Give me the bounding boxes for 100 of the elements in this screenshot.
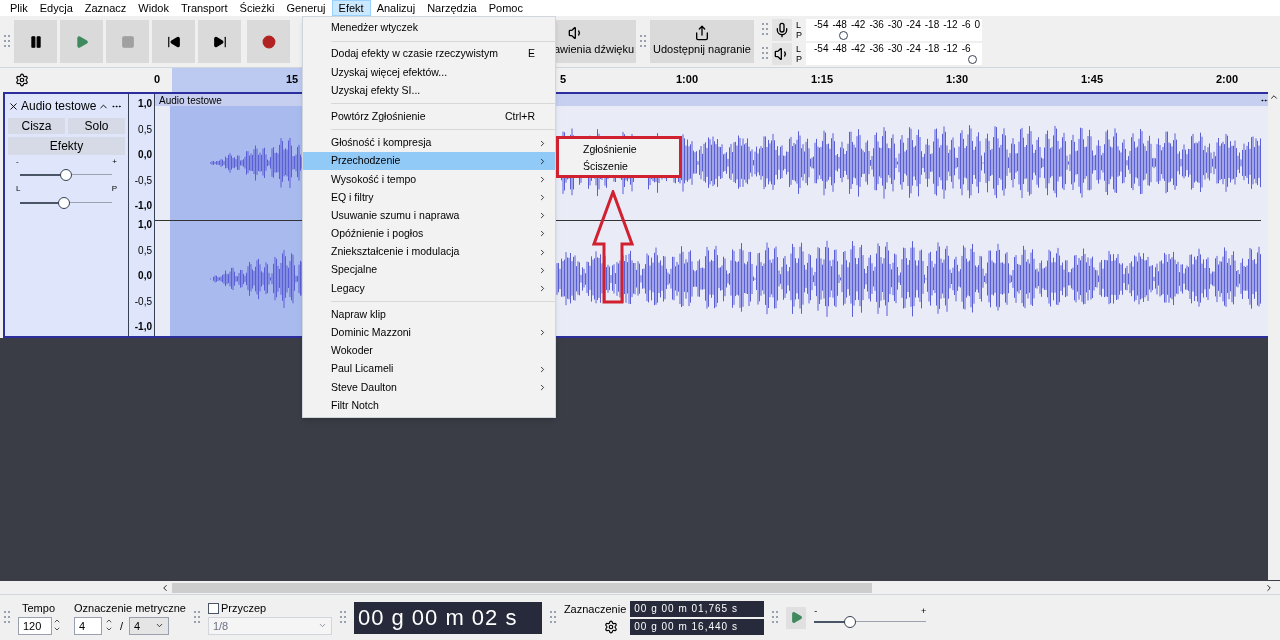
menu-item[interactable]: Paul Licameli <box>303 360 555 379</box>
effects-button[interactable]: Efekty <box>8 137 125 155</box>
meter-tick-label: -30 <box>887 42 903 55</box>
snap-checkbox[interactable] <box>207 603 219 614</box>
menu-bar-item[interactable]: Efekt <box>331 0 371 16</box>
menu-bar-item[interactable]: Zaznacz <box>78 1 133 15</box>
meter-tick-label: -24 <box>906 18 921 31</box>
scroll-up-icon[interactable] <box>1269 92 1279 102</box>
menu-item[interactable]: Przechodzenie <box>303 152 555 171</box>
menu-item[interactable]: Legacy <box>303 279 555 298</box>
menu-item[interactable]: Steve Daulton <box>303 378 555 397</box>
menu-item[interactable]: Uzyskaj efekty SI... <box>303 81 555 100</box>
skip-to-end-button[interactable] <box>198 20 241 63</box>
skip-to-start-button[interactable] <box>152 20 195 63</box>
menu-bar-item[interactable]: Generuj <box>280 1 332 15</box>
meter-tick-label: -12 <box>943 42 958 55</box>
menu-bar-item[interactable]: Analizuj <box>370 1 422 15</box>
menu-item[interactable]: Uzyskaj więcej efektów... <box>303 63 555 82</box>
clip-title[interactable]: Audio testowe <box>159 92 222 108</box>
menu-item[interactable]: Dodaj efekty w czasie rzeczywistym E <box>303 45 555 64</box>
time-signature-upper-field[interactable]: 4 <box>74 616 102 635</box>
meter-tick-label: -36 <box>869 18 884 31</box>
upload-icon <box>694 25 710 42</box>
menu-item[interactable]: Napraw klip <box>303 305 555 324</box>
ruler-time-label: 15 <box>286 72 299 87</box>
ruler-time-label: 0 <box>154 72 161 87</box>
record-button[interactable] <box>247 20 290 63</box>
menu-bar-item[interactable]: Transport <box>174 1 234 15</box>
scroll-left-icon[interactable] <box>160 582 170 593</box>
menu-bar-item[interactable]: Ścieżki <box>233 1 281 15</box>
speed-slider-thumb[interactable] <box>844 616 857 628</box>
grip-icon[interactable] <box>640 34 646 49</box>
settings-icon[interactable] <box>15 73 29 87</box>
menu-bar-item[interactable]: Edycja <box>33 1 79 15</box>
meter-knob[interactable] <box>839 30 849 40</box>
pan-slider-thumb[interactable] <box>58 197 71 209</box>
menu-item[interactable]: Opóźnienie i pogłos <box>303 224 555 244</box>
time-signature-lower-select[interactable]: 4 <box>129 616 170 635</box>
grip-icon[interactable] <box>772 610 779 625</box>
grip-icon[interactable] <box>4 610 10 625</box>
snap-select[interactable]: 1/8 <box>207 616 332 635</box>
ruler-time-label: 1:00 <box>676 72 699 87</box>
amplitude-scale-label: 1,0 <box>138 97 152 111</box>
menu-item[interactable]: Dominic Mazzoni <box>303 323 555 342</box>
amplitude-scale-label: -1,0 <box>134 199 152 213</box>
meter-tick-label: -30 <box>887 18 903 31</box>
gain-slider-thumb[interactable] <box>60 169 72 181</box>
share-button[interactable]: Udostępnij nagranie <box>650 20 754 63</box>
play-icon <box>789 611 803 624</box>
track-name[interactable]: Audio testowe <box>21 97 97 115</box>
menu-item[interactable]: Wokoder <box>303 342 555 361</box>
selection-start-display[interactable]: 00 g 00 m 01,765 s <box>630 600 765 617</box>
menu-bar-item[interactable]: Pomoc <box>482 1 529 15</box>
menu-bar-item[interactable]: Plik <box>4 1 34 15</box>
grip-icon[interactable] <box>193 610 200 625</box>
tempo-label: Tempo <box>22 601 57 617</box>
settings-icon[interactable] <box>604 619 619 634</box>
solo-button[interactable]: Solo <box>68 118 125 134</box>
meter-tick-label: -12 <box>943 18 958 31</box>
horizontal-scrollbar[interactable] <box>172 582 872 593</box>
vertical-scrollbar[interactable] <box>1268 92 1280 580</box>
menu-item[interactable]: Zniekształcenie i modulacja <box>303 243 555 262</box>
grip-icon[interactable] <box>549 610 556 625</box>
menu-item[interactable]: Menedżer wtyczek <box>303 19 555 38</box>
grip-icon[interactable] <box>4 34 10 49</box>
menu-item[interactable]: Wysokość i tempo <box>303 170 555 189</box>
menu-item[interactable]: Głośność i kompresja <box>303 133 555 153</box>
meter-tick-label: -6 <box>961 18 971 31</box>
channel-label: P <box>796 29 802 40</box>
submenu-item[interactable]: Ściszenie <box>559 158 679 175</box>
ruler-time-label: 2:00 <box>1216 72 1239 87</box>
amplitude-scale-label: -0,5 <box>134 294 152 309</box>
submenu-item[interactable]: Zgłośnienie <box>559 141 679 158</box>
meter-tick-label: -54 <box>814 18 829 31</box>
meter-knob[interactable] <box>968 54 977 64</box>
level-meter[interactable]: -54 -48 -42 -36 -30 -24 -18 -12 -6 0 <box>806 18 982 41</box>
amplitude-scale-label: -1,0 <box>134 320 152 334</box>
menu-bar-item[interactable]: Widok <box>132 1 175 15</box>
selection-end-display[interactable]: 00 g 00 m 16,440 s <box>630 618 765 635</box>
stop-icon <box>120 34 135 49</box>
menu-item[interactable]: Usuwanie szumu i naprawa <box>303 206 555 225</box>
close-icon[interactable] <box>8 100 19 112</box>
scroll-right-icon[interactable] <box>1264 582 1274 593</box>
level-meter[interactable]: -54 -48 -42 -36 -30 -24 -18 -12 -6 <box>806 42 982 65</box>
menu-item[interactable]: Powtórz Zgłośnienie Ctrl+R <box>303 107 555 126</box>
menu-bar-item[interactable]: Narzędzia <box>421 1 483 15</box>
menu-item[interactable]: EQ i filtry <box>303 188 555 207</box>
tempo-field[interactable]: 120 <box>18 616 52 635</box>
snap-label: Przyczep <box>220 601 267 617</box>
time-display[interactable]: 00 g 00 m 02 s <box>353 601 542 634</box>
menu-item[interactable]: Filtr Notch <box>303 396 555 415</box>
grip-icon[interactable] <box>762 22 768 37</box>
grip-icon[interactable] <box>339 610 346 625</box>
microphone-icon[interactable] <box>774 21 790 38</box>
mute-button[interactable]: Cisza <box>8 118 65 134</box>
menu-item[interactable]: Specjalne <box>303 261 555 280</box>
amplitude-scale-label: 0,0 <box>138 148 152 162</box>
grip-icon[interactable] <box>762 46 768 61</box>
pause-button[interactable] <box>14 20 57 63</box>
play-at-speed-button[interactable] <box>786 606 807 629</box>
